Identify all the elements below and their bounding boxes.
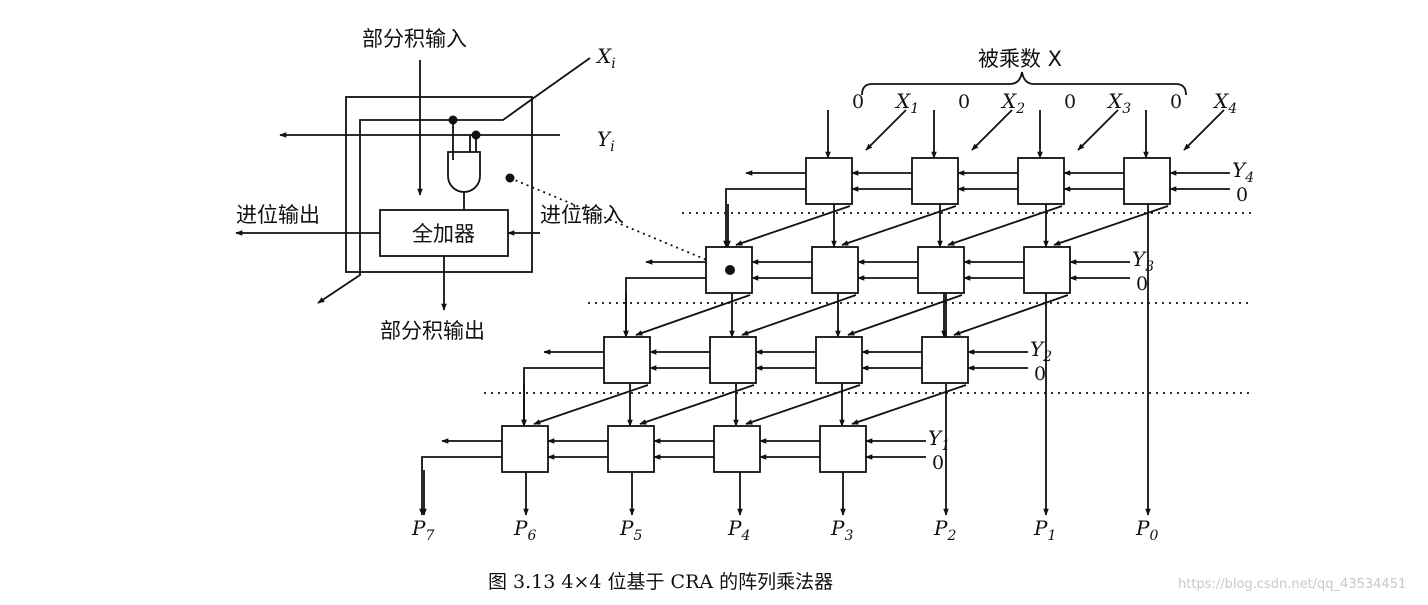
full-adder-label: 全加器 — [412, 222, 475, 246]
adder-cell — [805, 157, 853, 205]
adder-cell — [815, 336, 863, 384]
x-diagonal-wire — [1053, 205, 1169, 246]
watermark: https://blog.csdn.net/qq_43534451 — [1178, 577, 1406, 592]
x-diagonal-wire — [851, 384, 967, 425]
product-output-label: P1 — [1033, 516, 1056, 544]
partial-out-wire — [419, 456, 502, 516]
x-input-label: X3 — [1106, 89, 1131, 117]
adder-cell — [921, 336, 969, 384]
multiplicand-label: 被乘数 X — [978, 47, 1062, 71]
adder-cell — [713, 425, 761, 473]
zero-input-label: 0 — [1170, 91, 1182, 113]
adder-cell — [501, 425, 549, 473]
x-diagonal-wire — [947, 205, 1063, 246]
carry-out-label: 进位输出 — [236, 203, 320, 227]
y-input-label: Y2 — [1030, 337, 1052, 365]
zero-input-label: 0 — [1136, 273, 1148, 295]
zoom-dot — [505, 173, 515, 183]
zero-input-label: 0 — [958, 91, 970, 113]
partial-out-wire — [723, 188, 806, 248]
product-output-label: P5 — [619, 516, 642, 544]
adder-cell — [819, 425, 867, 473]
y-input-label: Y4 — [1232, 158, 1254, 186]
x-diagonal-wire — [841, 205, 957, 246]
x-input-wire — [1183, 109, 1225, 151]
zero-input-label: 0 — [1064, 91, 1076, 113]
partial-out-wire — [521, 367, 604, 427]
zero-input-label: 0 — [1034, 363, 1046, 385]
x-diagonal-wire — [953, 294, 1069, 336]
junction-dot — [471, 130, 481, 140]
x-input-wire — [865, 109, 907, 151]
adder-cell — [917, 246, 965, 294]
array-multiplier-figure: 部分积输入 部分积输出 进位输出 进位输入 全加器 Xi Yi 被乘数 X P7… — [235, 27, 1406, 593]
x-input-wire — [1077, 109, 1119, 151]
figure-caption: 图 3.13 4×4 位基于 CRA 的阵列乘法器 — [488, 571, 833, 593]
carry-in-label: 进位输入 — [540, 203, 624, 227]
multiplicand-brace — [861, 71, 1187, 96]
xi-wire — [317, 57, 591, 304]
xi-label: Xi — [595, 44, 616, 72]
product-output-label: P2 — [933, 516, 956, 544]
product-output-label: P3 — [830, 516, 853, 544]
product-output-label: P4 — [727, 516, 750, 544]
adder-cell — [1023, 246, 1071, 294]
x-input-label: X2 — [1000, 89, 1025, 117]
product-output-label: P6 — [513, 516, 536, 544]
zero-input-label: 0 — [852, 91, 864, 113]
x-input-label: X4 — [1212, 89, 1237, 117]
x-input-wire — [971, 109, 1013, 151]
partial-in-label: 部分积输入 — [362, 27, 467, 51]
highlight-cell-dot — [725, 265, 735, 275]
partial-out-label: 部分积输出 — [380, 319, 485, 343]
x-input-label: X1 — [894, 89, 919, 117]
y-input-label: Y3 — [1132, 247, 1154, 275]
adder-cell — [811, 246, 859, 294]
partial-out-wire — [623, 277, 706, 338]
yi-label: Yi — [597, 127, 615, 155]
adder-cell — [603, 336, 651, 384]
cell-detail — [235, 57, 727, 311]
adder-cell — [607, 425, 655, 473]
diagram-canvas: 部分积输入 部分积输出 进位输出 进位输入 全加器 Xi Yi 被乘数 X P7… — [0, 0, 1428, 601]
zero-input-label: 0 — [932, 452, 944, 474]
junction-dot — [448, 115, 458, 125]
adder-cell — [1017, 157, 1065, 205]
adder-cell — [911, 157, 959, 205]
x-diagonal-wire — [735, 205, 851, 246]
adder-cell — [1123, 157, 1171, 205]
adder-cell — [709, 336, 757, 384]
product-output-label: P7 — [411, 516, 434, 544]
product-output-label: P0 — [1135, 516, 1158, 544]
zero-input-label: 0 — [1236, 184, 1248, 206]
